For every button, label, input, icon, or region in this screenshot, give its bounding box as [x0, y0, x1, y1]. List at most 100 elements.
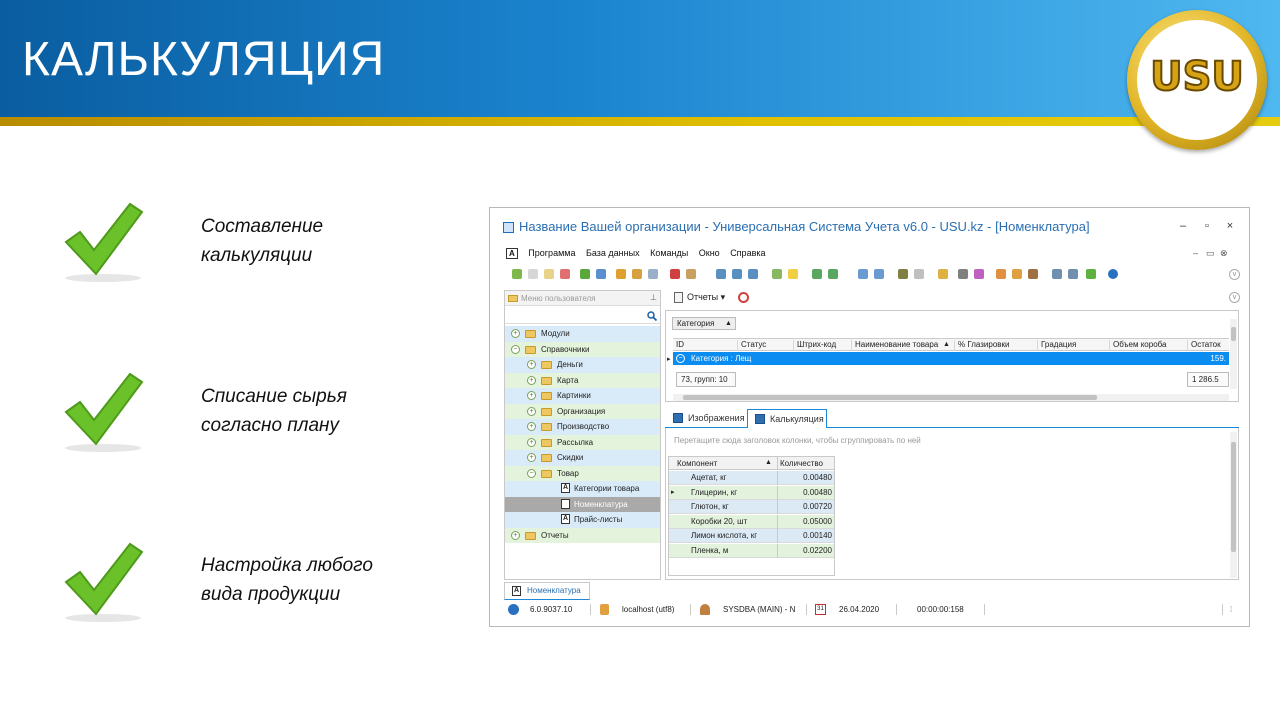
- tab-images[interactable]: Изображения: [666, 409, 746, 428]
- expand-icon[interactable]: +: [527, 422, 536, 431]
- menu-program[interactable]: Программа: [528, 248, 575, 258]
- col-status[interactable]: Статус: [737, 340, 793, 351]
- table-row[interactable]: Глютон, кг 0.00720: [669, 500, 834, 514]
- tab-nomenclature[interactable]: A Номенклатура: [504, 582, 590, 600]
- rss-icon[interactable]: [996, 269, 1006, 279]
- gear-icon[interactable]: [958, 269, 968, 279]
- horizontal-scroll-thumb[interactable]: [683, 395, 1097, 400]
- info-icon[interactable]: [1108, 269, 1118, 279]
- search-icon[interactable]: [596, 269, 606, 279]
- close-button[interactable]: ×: [1223, 220, 1237, 232]
- collapse-icon[interactable]: −: [676, 354, 685, 363]
- col-product-name[interactable]: Наименование товара ▲: [851, 340, 954, 351]
- tree-item[interactable]: + Картинки: [505, 388, 660, 404]
- col-box-volume[interactable]: Объем короба: [1109, 340, 1187, 351]
- menu-search-input[interactable]: [505, 308, 660, 324]
- doc-close-button[interactable]: ⊗: [1220, 248, 1228, 259]
- tree-item[interactable]: + Производство: [505, 419, 660, 435]
- image-icon[interactable]: [686, 269, 696, 279]
- tab-calculation[interactable]: Калькуляция: [747, 409, 827, 429]
- palette-icon[interactable]: [974, 269, 984, 279]
- group-by-category[interactable]: Категория ▲: [672, 317, 736, 330]
- note-icon[interactable]: [788, 269, 798, 279]
- vertical-scroll-thumb[interactable]: [1231, 327, 1236, 341]
- table-row[interactable]: Лимон кислота, кг 0.00140: [669, 529, 834, 543]
- expand-icon[interactable]: +: [527, 375, 536, 385]
- horizontal-scrollbar[interactable]: [673, 394, 1229, 401]
- copy-icon[interactable]: [528, 269, 538, 279]
- expand-icon[interactable]: +: [527, 406, 536, 416]
- filter-icon[interactable]: [616, 269, 626, 279]
- flag-icon[interactable]: [670, 269, 680, 279]
- toolbar-options-icon[interactable]: v: [1229, 269, 1240, 280]
- menu-window[interactable]: Окно: [699, 248, 720, 258]
- col-gradation[interactable]: Градация: [1037, 340, 1109, 351]
- menu-app-icon[interactable]: A: [506, 248, 518, 259]
- tree-item[interactable]: − Справочники: [505, 341, 660, 357]
- col-glaze[interactable]: % Глазировки: [954, 340, 1037, 351]
- delete-icon[interactable]: [560, 269, 570, 279]
- selected-group-row[interactable]: − Категория : Лещ 159.: [673, 352, 1229, 365]
- tree-item[interactable]: − Товар: [505, 465, 660, 481]
- tree-item[interactable]: A Категории товара: [505, 481, 660, 497]
- expand-icon[interactable]: +: [511, 329, 520, 338]
- vertical-scrollbar[interactable]: [1230, 319, 1237, 389]
- collapse-down-icon[interactable]: [732, 269, 742, 279]
- detail-scroll-thumb[interactable]: [1231, 442, 1236, 552]
- filter-settings-icon[interactable]: [632, 269, 642, 279]
- tree-item[interactable]: + Модули: [505, 326, 660, 342]
- pin-icon[interactable]: ⊥: [650, 293, 657, 302]
- col-quantity[interactable]: Количество: [780, 459, 823, 468]
- tree-item[interactable]: A Прайс-листы: [505, 512, 660, 528]
- tree-item[interactable]: + Рассылка: [505, 434, 660, 450]
- expand-icon[interactable]: [716, 269, 726, 279]
- users-icon[interactable]: [1028, 269, 1038, 279]
- tree-item[interactable]: A Номенклатура: [505, 496, 660, 512]
- new-doc-icon[interactable]: [772, 269, 782, 279]
- tree-item[interactable]: + Отчеты: [505, 527, 660, 543]
- search-icon[interactable]: [647, 311, 657, 321]
- tree-item[interactable]: + Организация: [505, 403, 660, 419]
- menu-commands[interactable]: Команды: [650, 248, 688, 258]
- minimize-button[interactable]: –: [1176, 220, 1190, 232]
- table-icon[interactable]: [1052, 269, 1062, 279]
- col-balance[interactable]: Остаток: [1187, 340, 1229, 351]
- table-row[interactable]: Коробки 20, шт 0.05000: [669, 514, 834, 529]
- resize-grip-icon[interactable]: ⁞: [1230, 601, 1232, 618]
- collapse-icon[interactable]: −: [527, 468, 536, 478]
- excel-icon[interactable]: [828, 269, 838, 279]
- collapse-up-icon[interactable]: [748, 269, 758, 279]
- expand-icon[interactable]: +: [527, 437, 536, 447]
- clear-filter-icon[interactable]: [648, 269, 658, 279]
- reports-dropdown[interactable]: Отчеты ▾: [687, 292, 725, 303]
- refresh-icon[interactable]: [580, 269, 590, 279]
- tree-item[interactable]: + Карта: [505, 372, 660, 388]
- stop-icon[interactable]: [738, 292, 749, 303]
- chart-icon[interactable]: [898, 269, 908, 279]
- col-component[interactable]: Компонент: [677, 459, 717, 468]
- window-icon[interactable]: [858, 269, 868, 279]
- detail-vertical-scrollbar[interactable]: [1230, 432, 1237, 578]
- collapse-icon[interactable]: −: [511, 344, 520, 354]
- print-icon[interactable]: [1068, 269, 1078, 279]
- table-row[interactable]: Ацетат, кг 0.00480: [669, 471, 834, 485]
- expand-icon[interactable]: +: [527, 391, 536, 400]
- location-icon[interactable]: [938, 269, 948, 279]
- tree-item[interactable]: + Деньги: [505, 357, 660, 373]
- menu-database[interactable]: База данных: [586, 248, 640, 258]
- expand-icon[interactable]: +: [527, 360, 536, 369]
- disabled-icon[interactable]: [914, 269, 924, 279]
- expand-icon[interactable]: +: [527, 453, 536, 462]
- tree-item[interactable]: + Скидки: [505, 450, 660, 466]
- play-icon[interactable]: [1086, 269, 1096, 279]
- maximize-button[interactable]: ▫: [1200, 220, 1214, 232]
- table-row[interactable]: ▸ Глицерин, кг 0.00480: [669, 485, 834, 500]
- menu-help[interactable]: Справка: [730, 248, 765, 258]
- home-icon[interactable]: [1012, 269, 1022, 279]
- expand-icon[interactable]: +: [511, 530, 520, 540]
- col-id[interactable]: ID: [673, 340, 737, 351]
- edit-icon[interactable]: [544, 269, 554, 279]
- window-alt-icon[interactable]: [874, 269, 884, 279]
- add-record-icon[interactable]: [512, 269, 522, 279]
- col-barcode[interactable]: Штрих-код: [793, 340, 851, 351]
